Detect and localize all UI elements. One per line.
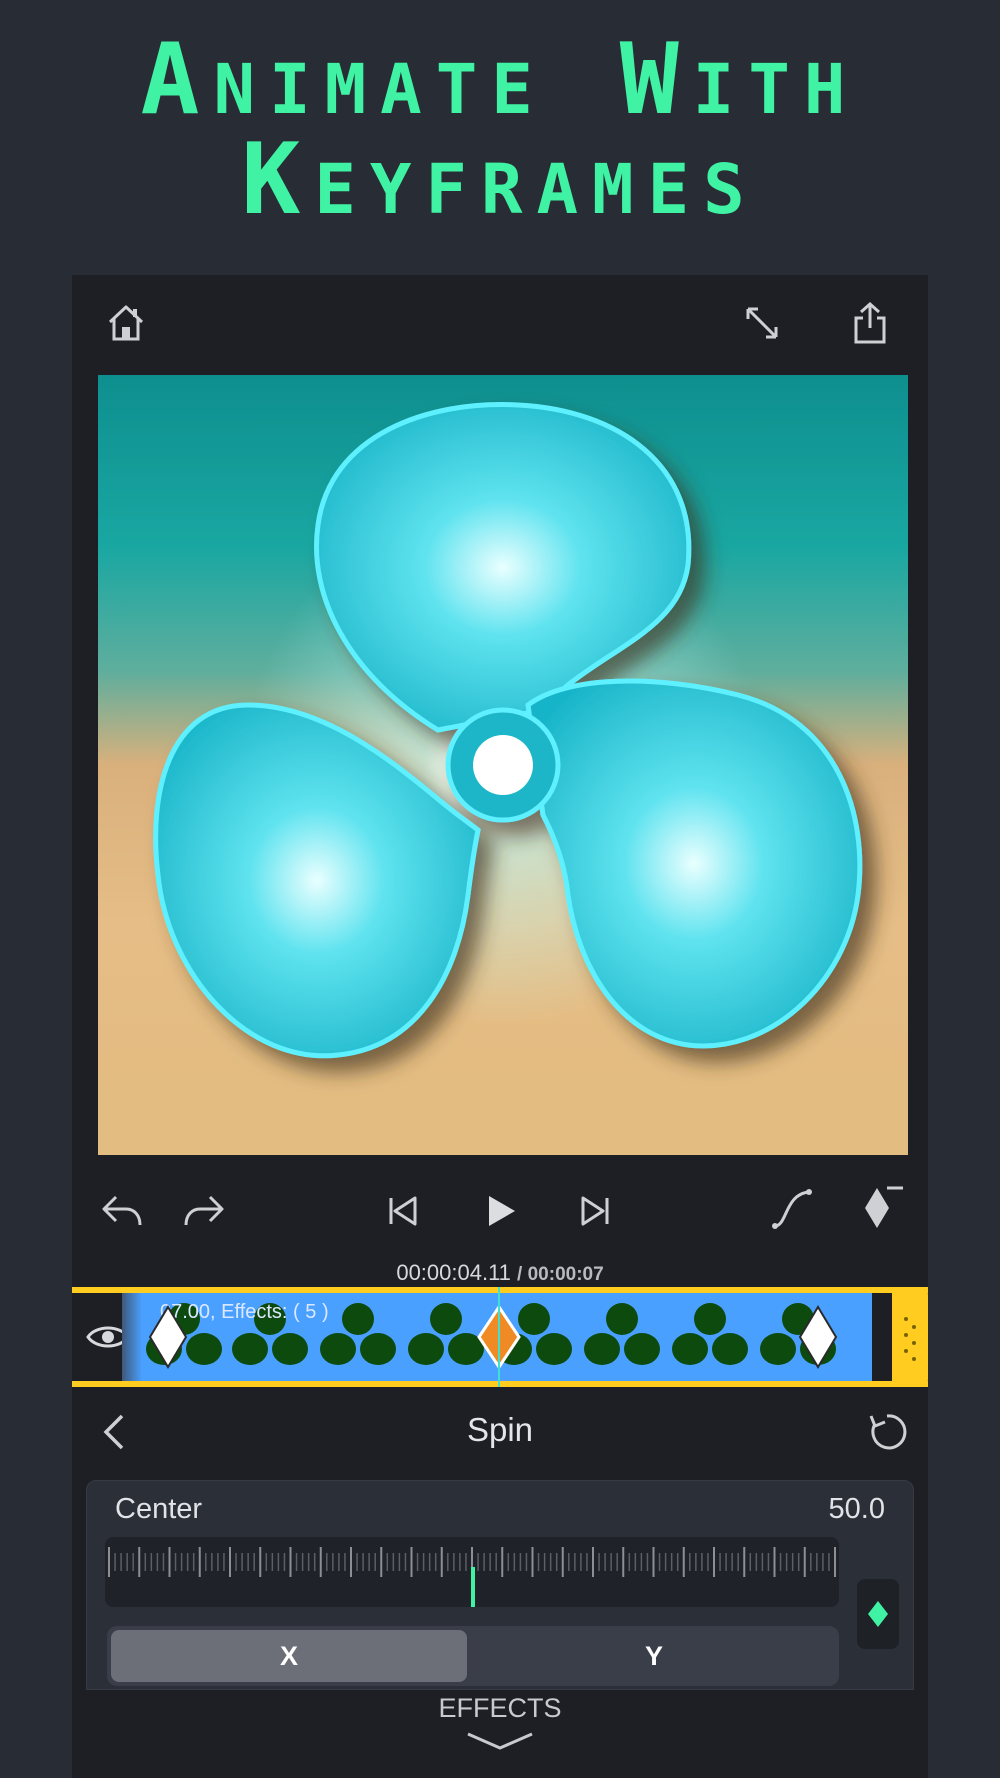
param-label: Center — [115, 1493, 203, 1525]
skip-back-button[interactable] — [374, 1183, 430, 1239]
share-button[interactable] — [840, 291, 900, 355]
reset-button[interactable] — [860, 1405, 914, 1459]
redo-icon — [184, 1195, 224, 1226]
ruler-indicator — [471, 1567, 475, 1607]
skip-back-icon — [389, 1196, 417, 1226]
axis-x-button[interactable]: X — [111, 1630, 467, 1682]
curve-icon — [772, 1189, 812, 1229]
skip-forward-icon — [581, 1196, 609, 1226]
value-ruler[interactable] — [105, 1537, 839, 1607]
current-time: 00:00:04.11 — [396, 1260, 511, 1285]
redo-button[interactable] — [176, 1183, 232, 1239]
propeller-graphic — [153, 402, 863, 1059]
parameter-panel: Center 50.0 X Y — [86, 1480, 914, 1690]
app-screen: 00:00:04.11 / 00:00:07 07.00, Effects: (… — [72, 275, 928, 1778]
chevron-down-icon[interactable] — [464, 1730, 536, 1752]
ruler-ticks — [108, 1547, 836, 1607]
effects-tab-label[interactable]: EFFECTS — [72, 1693, 928, 1724]
remove-keyframe-button[interactable] — [852, 1175, 912, 1239]
share-icon — [854, 301, 886, 344]
clip-trim-handle[interactable] — [892, 1287, 928, 1387]
interpolation-curve-button[interactable] — [762, 1179, 822, 1239]
keyframe-marker-3 — [798, 1305, 838, 1369]
timecode: 00:00:04.11 / 00:00:07 — [72, 1260, 928, 1286]
timeline-track[interactable]: 07.00, Effects: ( 5 ) — [72, 1287, 928, 1387]
undo-button[interactable] — [94, 1183, 150, 1239]
effect-title: Spin — [466, 1411, 534, 1448]
skip-forward-button[interactable] — [568, 1183, 624, 1239]
home-button[interactable] — [96, 293, 156, 353]
grip-dots-icon — [904, 1317, 916, 1361]
headline-line-1: Animate With — [140, 23, 860, 137]
headline-line-2: Keyframes — [241, 123, 759, 237]
keyframe-add-icon — [868, 1601, 888, 1627]
effect-header: Spin — [72, 1387, 928, 1473]
add-keyframe-button[interactable] — [857, 1579, 899, 1649]
play-icon — [489, 1196, 515, 1226]
keyframe-markers — [148, 1304, 838, 1370]
video-preview[interactable] — [98, 375, 908, 1155]
playhead[interactable] — [498, 1287, 500, 1387]
fullscreen-button[interactable] — [732, 293, 792, 353]
expand-icon — [746, 307, 778, 339]
param-value: 50.0 — [828, 1493, 885, 1525]
keyframe-remove-icon — [865, 1186, 903, 1228]
home-icon — [108, 305, 144, 341]
headline: Animate With Keyframes — [0, 30, 1000, 230]
reset-icon — [869, 1414, 907, 1450]
total-time: / 00:00:07 — [517, 1264, 604, 1285]
playback-controls — [72, 1155, 928, 1255]
play-button[interactable] — [472, 1183, 528, 1239]
undo-icon — [102, 1195, 142, 1226]
axis-segmented-control: X Y — [107, 1626, 839, 1686]
keyframe-marker-1 — [148, 1305, 188, 1369]
top-toolbar — [72, 275, 928, 375]
axis-y-button[interactable]: Y — [473, 1630, 835, 1682]
